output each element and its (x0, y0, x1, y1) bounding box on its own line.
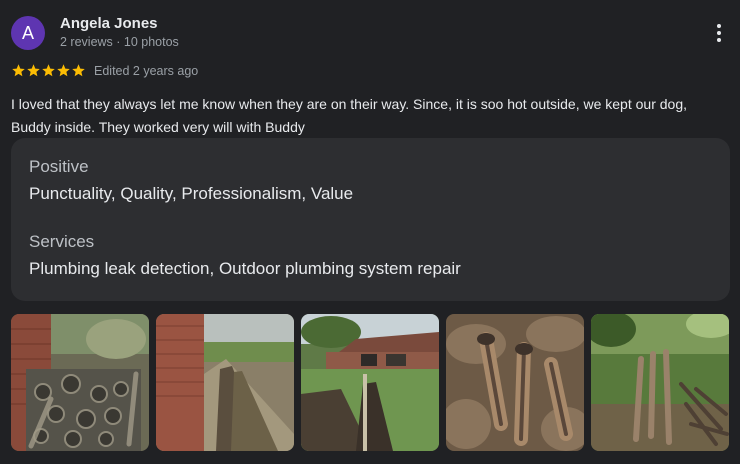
attribute-value: Punctuality, Quality, Professionalism, V… (29, 184, 354, 203)
more-vert-icon-dot (717, 24, 721, 28)
attribute-value: Plumbing leak detection, Outdoor plumbin… (29, 259, 461, 278)
review-photo-discarded-pipes[interactable] (591, 314, 729, 451)
more-vert-icon-dot (717, 31, 721, 35)
star-icon (72, 64, 85, 77)
more-vert-icon-dot (717, 38, 721, 42)
author-name[interactable]: Angela Jones (60, 15, 158, 32)
star-rating (11, 63, 86, 78)
more-options-button[interactable] (709, 21, 729, 45)
avatar[interactable]: A (11, 16, 45, 50)
review-photo-trench-wall[interactable] (156, 314, 294, 451)
review-photo-backyard-trench[interactable] (301, 314, 439, 451)
star-icon (42, 64, 55, 77)
review-card: A Angela Jones 2 reviews · 10 photos Edi… (0, 0, 740, 464)
review-photos (11, 314, 729, 451)
star-icon (12, 64, 25, 77)
attribute-services: Services Plumbing leak detection, Outdoo… (29, 231, 712, 280)
edited-timestamp: Edited 2 years ago (94, 64, 199, 78)
star-icon (27, 64, 40, 77)
attribute-label: Services (29, 232, 95, 251)
star-icon (57, 64, 70, 77)
attribute-positive: Positive Punctuality, Quality, Professio… (29, 156, 712, 205)
author-meta: 2 reviews · 10 photos (60, 35, 179, 49)
avatar-initial: A (21, 22, 34, 43)
review-photo-excavated-pipes[interactable] (446, 314, 584, 451)
review-photo-pipe-pile[interactable] (11, 314, 149, 451)
review-text: I loved that they always let me know whe… (11, 96, 687, 135)
review-attributes: Positive Punctuality, Quality, Professio… (11, 138, 730, 301)
attribute-label: Positive (29, 157, 89, 176)
